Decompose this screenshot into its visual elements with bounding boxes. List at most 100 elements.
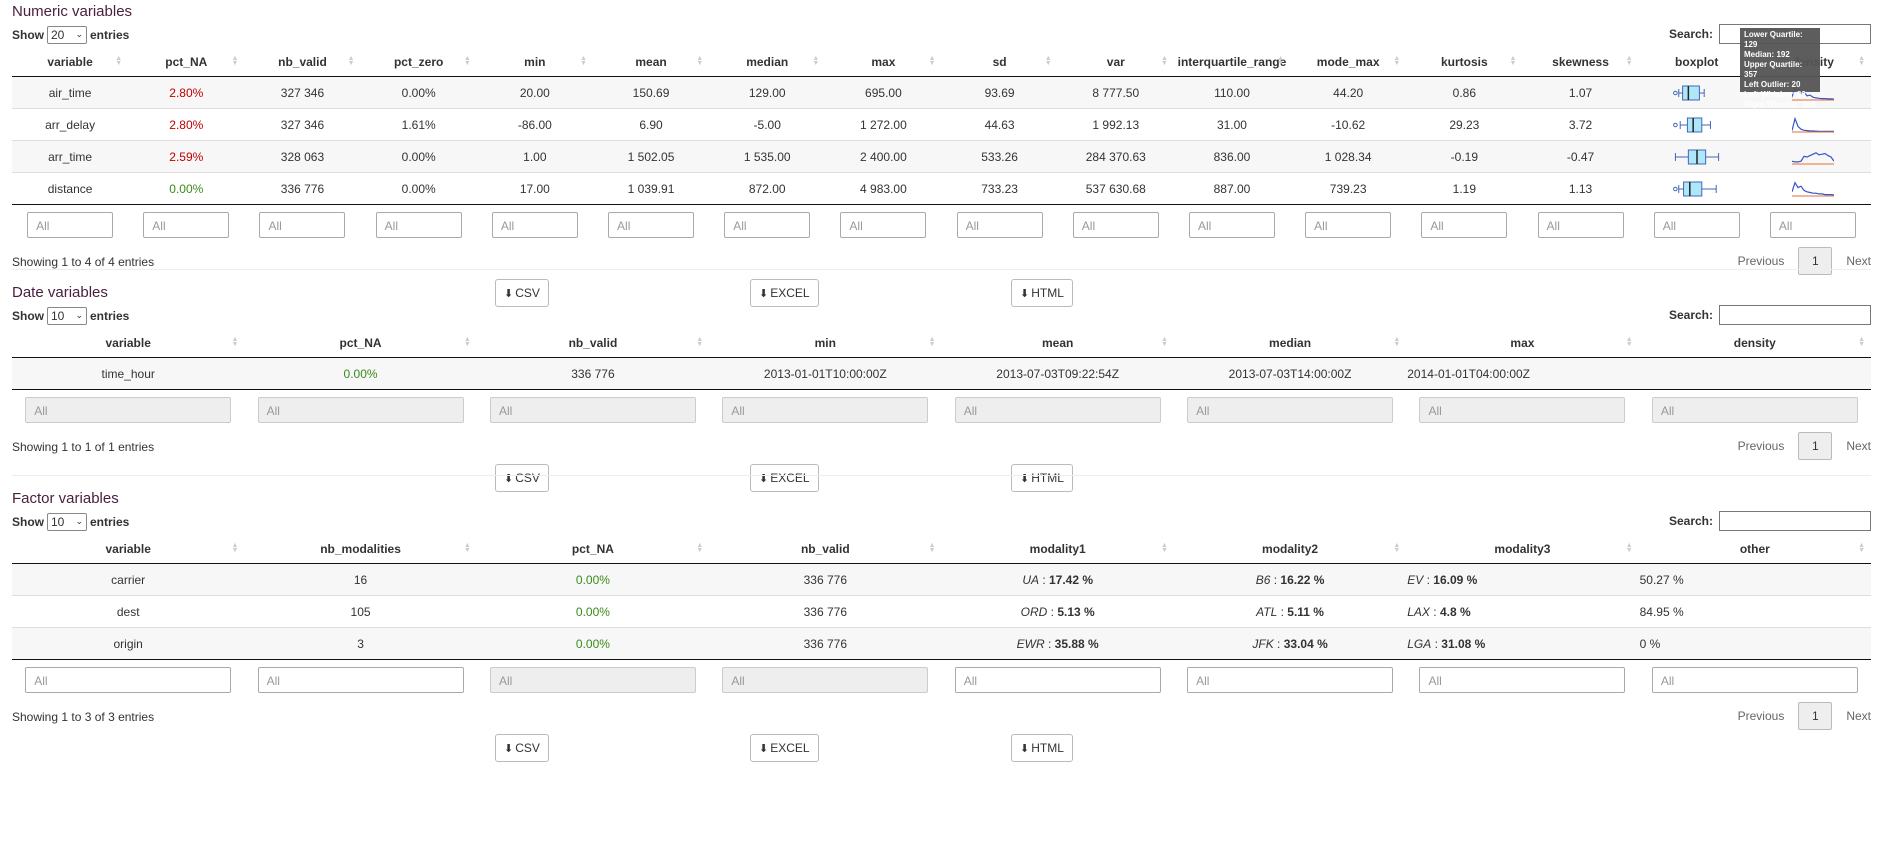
filter-input-median[interactable]: All: [724, 212, 811, 238]
column-header-mean[interactable]: mean ▲ ▼: [941, 329, 1174, 358]
boxplot-sparkline[interactable]: [1673, 149, 1721, 165]
factor-search-input[interactable]: [1719, 511, 1871, 531]
previous-button[interactable]: Previous: [1738, 439, 1785, 453]
column-header-pct-zero[interactable]: pct_zero ▲ ▼: [360, 48, 477, 77]
column-header-var[interactable]: var ▲ ▼: [1057, 48, 1174, 77]
filter-input-density[interactable]: All: [1651, 397, 1858, 423]
filter-input-nb-valid[interactable]: All: [259, 212, 346, 238]
filter-input-modality2[interactable]: All: [1187, 667, 1394, 693]
cell-pct-zero: 0.00%: [360, 76, 477, 109]
column-header-modality2[interactable]: modality2 ▲ ▼: [1173, 535, 1407, 564]
modality-pct: 16.09 %: [1433, 572, 1478, 587]
column-header-variable[interactable]: variable ▲ ▼: [12, 329, 245, 358]
filter-input-other[interactable]: All: [1651, 667, 1858, 693]
factor-entries-select[interactable]: 10 ⌄: [47, 513, 87, 531]
filter-input-pct-NA[interactable]: All: [143, 212, 230, 238]
filter-input-density[interactable]: All: [1769, 212, 1856, 238]
column-header-min[interactable]: min ▲ ▼: [709, 329, 942, 358]
filter-input-mode-max[interactable]: All: [1305, 212, 1392, 238]
column-header-modality1[interactable]: modality1 ▲ ▼: [941, 535, 1174, 564]
filter-input-variable[interactable]: All: [27, 212, 114, 238]
date-search-input[interactable]: [1719, 305, 1871, 325]
excel-button[interactable]: ⬇ EXCEL: [750, 734, 819, 762]
filter-input-pct-NA[interactable]: All: [257, 397, 464, 423]
page-1-button[interactable]: 1: [1798, 432, 1833, 460]
column-header-other[interactable]: other ▲ ▼: [1638, 535, 1871, 564]
filter-input-boxplot[interactable]: All: [1653, 212, 1740, 238]
column-header-nb-valid[interactable]: nb_valid ▲ ▼: [244, 48, 361, 77]
filter-input-modality3[interactable]: All: [1419, 667, 1626, 693]
density-sparkline[interactable]: [1791, 149, 1834, 165]
column-header-pct-NA[interactable]: pct_NA ▲ ▼: [244, 329, 477, 358]
column-header-modality3[interactable]: modality3 ▲ ▼: [1406, 535, 1639, 564]
column-header-interquartile-range[interactable]: interquartile_range ▲ ▼: [1173, 48, 1291, 77]
column-header-skewness[interactable]: skewness ▲ ▼: [1522, 48, 1639, 77]
previous-button[interactable]: Previous: [1738, 709, 1785, 723]
column-header-nb-valid[interactable]: nb_valid ▲ ▼: [476, 329, 710, 358]
sort-icon: ▲▼: [1277, 55, 1285, 67]
filter-input-var[interactable]: All: [1072, 212, 1159, 238]
factor-table: variable ▲ ▼ nb_modalities ▲ ▼ pct_NA ▲ ▼ nb_vali…: [12, 535, 1871, 700]
column-header-nb-modalities[interactable]: nb_modalities ▲ ▼: [244, 535, 477, 564]
column-header-pct-NA[interactable]: pct_NA ▲ ▼: [476, 535, 710, 564]
separator: :: [1277, 604, 1288, 619]
column-header-median[interactable]: median ▲ ▼: [1173, 329, 1407, 358]
column-header-kurtosis[interactable]: kurtosis ▲ ▼: [1406, 48, 1523, 77]
filter-input-interquartile-range[interactable]: All: [1188, 212, 1275, 238]
filter-input-max[interactable]: All: [1419, 397, 1626, 423]
column-header-mean[interactable]: mean ▲ ▼: [592, 48, 710, 77]
csv-button[interactable]: ⬇ CSV: [495, 464, 549, 492]
filter-input-nb-modalities[interactable]: All: [257, 667, 464, 693]
column-header-median[interactable]: median ▲ ▼: [709, 48, 826, 77]
boxplot-sparkline[interactable]: [1672, 117, 1721, 133]
excel-button[interactable]: ⬇ EXCEL: [750, 464, 819, 492]
filter-input-skewness[interactable]: All: [1537, 212, 1624, 238]
column-header-max[interactable]: max ▲ ▼: [1406, 329, 1639, 358]
date-length-control: Show 10 ⌄ entries: [12, 307, 129, 325]
filter-input-pct-zero[interactable]: All: [375, 212, 462, 238]
column-header-boxplot[interactable]: boxplot▲▼: [1638, 48, 1755, 77]
next-button[interactable]: Next: [1846, 439, 1871, 453]
filter-input-sd[interactable]: All: [956, 212, 1043, 238]
filter-input-nb-valid[interactable]: All: [489, 397, 696, 423]
filter-input-modality1[interactable]: All: [954, 667, 1161, 693]
density-sparkline[interactable]: [1791, 180, 1834, 197]
html-button[interactable]: ⬇ HTML: [1011, 734, 1073, 762]
numeric-length-control: Show 20 ⌄ entries: [12, 26, 129, 44]
filter-input-min[interactable]: All: [491, 212, 578, 238]
column-header-variable[interactable]: variable ▲ ▼: [12, 48, 129, 77]
boxplot-sparkline[interactable]: [1672, 181, 1721, 197]
filter-input-median[interactable]: All: [1187, 397, 1394, 423]
column-header-density[interactable]: density▲▼: [1638, 329, 1871, 358]
filter-input-nb-valid[interactable]: All: [722, 667, 929, 693]
next-button[interactable]: Next: [1846, 709, 1871, 723]
filter-input-mean[interactable]: All: [954, 397, 1161, 423]
column-header-mode-max[interactable]: mode_max ▲ ▼: [1290, 48, 1407, 77]
filter-input-variable[interactable]: All: [25, 397, 232, 423]
next-button[interactable]: Next: [1846, 254, 1871, 268]
page-1-button[interactable]: 1: [1798, 702, 1833, 730]
filter-input-min[interactable]: All: [722, 397, 929, 423]
column-header-sd[interactable]: sd ▲ ▼: [941, 48, 1058, 77]
column-header-variable[interactable]: variable ▲ ▼: [12, 535, 245, 564]
cell-nb-valid: 336 776: [244, 172, 361, 205]
filter-input-max[interactable]: All: [840, 212, 927, 238]
page-1-button[interactable]: 1: [1798, 247, 1833, 275]
previous-button[interactable]: Previous: [1738, 254, 1785, 268]
modality-pct: 35.88 %: [1054, 636, 1099, 651]
html-button[interactable]: ⬇ HTML: [1011, 464, 1073, 492]
column-header-pct-NA[interactable]: pct_NA ▲ ▼: [128, 48, 245, 77]
filter-input-variable[interactable]: All: [25, 667, 232, 693]
column-header-nb-valid[interactable]: nb_valid ▲ ▼: [709, 535, 942, 564]
filter-input-pct-NA[interactable]: All: [489, 667, 696, 693]
cell-nb-modalities: 16: [244, 563, 477, 596]
csv-button[interactable]: ⬇ CSV: [495, 734, 549, 762]
boxplot-sparkline[interactable]: [1672, 85, 1721, 101]
filter-input-kurtosis[interactable]: All: [1421, 212, 1508, 238]
column-header-max[interactable]: max ▲ ▼: [825, 48, 942, 77]
date-entries-select[interactable]: 10 ⌄: [47, 307, 87, 325]
filter-input-mean[interactable]: All: [608, 212, 695, 238]
numeric-entries-select[interactable]: 20 ⌄: [47, 26, 87, 44]
density-sparkline[interactable]: [1791, 116, 1834, 133]
column-header-min[interactable]: min ▲ ▼: [476, 48, 593, 77]
